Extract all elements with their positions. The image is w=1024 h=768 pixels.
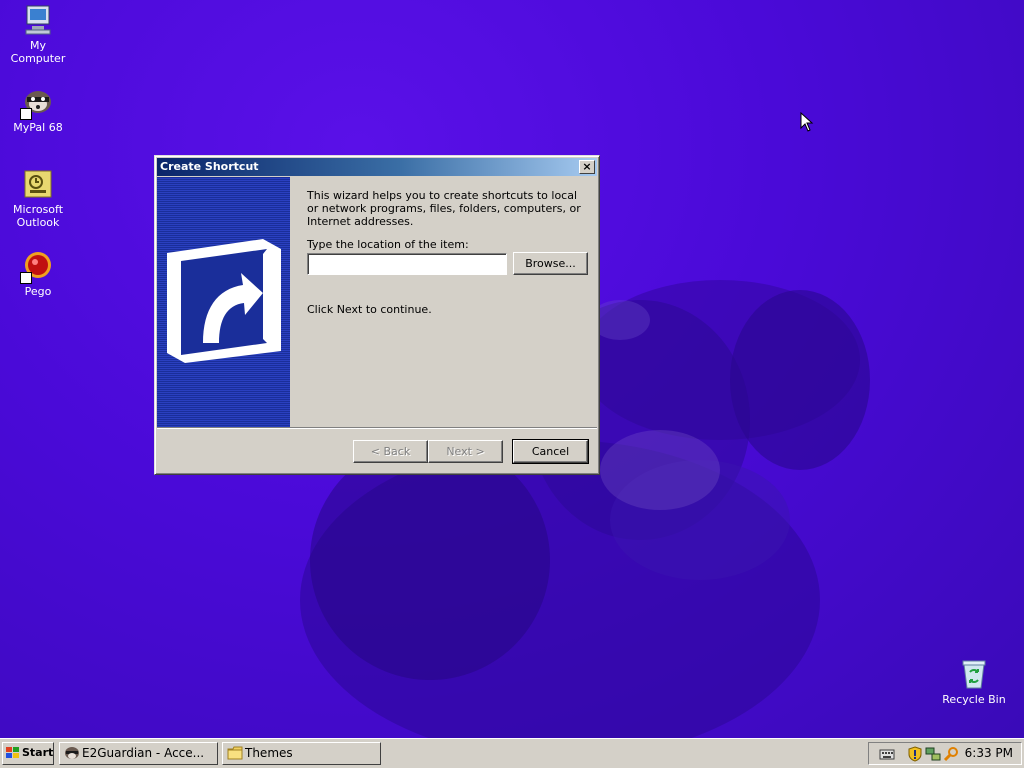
desktop-icon-recycle-bin[interactable]: Recycle Bin bbox=[936, 658, 1012, 706]
raccoon-icon bbox=[20, 86, 54, 120]
shield-icon[interactable] bbox=[907, 746, 923, 762]
keyboard-icon[interactable] bbox=[879, 746, 895, 762]
close-button[interactable]: × bbox=[579, 160, 595, 174]
desktop-icon-label: MyPal 68 bbox=[13, 121, 63, 134]
close-icon: × bbox=[582, 160, 592, 173]
recycle-bin-icon bbox=[958, 658, 990, 690]
mouse-cursor-icon bbox=[800, 112, 814, 132]
taskbar-item-e2guardian[interactable]: E2Guardian - Acce... bbox=[59, 742, 218, 765]
desktop-icon-my-computer[interactable]: My Computer bbox=[0, 4, 76, 65]
create-shortcut-dialog: Create Shortcut × This wizard helps you … bbox=[154, 155, 600, 475]
dialog-title: Create Shortcut bbox=[160, 160, 259, 173]
start-button[interactable]: Start bbox=[2, 742, 54, 765]
desktop-icon-label: Microsoft Outlook bbox=[12, 203, 64, 229]
computer-icon bbox=[22, 4, 54, 36]
browser-icon bbox=[65, 747, 79, 759]
browse-button[interactable]: Browse... bbox=[513, 252, 588, 275]
taskbar-item-themes[interactable]: Themes bbox=[222, 742, 381, 765]
desktop: My Computer MyPal 68 Microsoft Outlook P… bbox=[0, 0, 1024, 738]
shortcut-arrow-icon bbox=[20, 108, 32, 120]
cancel-button[interactable]: Cancel bbox=[512, 439, 589, 464]
shortcut-arrow-icon bbox=[20, 272, 32, 284]
location-label: Type the location of the item: bbox=[307, 238, 469, 251]
location-input[interactable] bbox=[307, 253, 507, 275]
desktop-icon-pego[interactable]: Pego bbox=[0, 250, 76, 298]
windows-logo-icon bbox=[6, 747, 19, 758]
desktop-icon-label: My Computer bbox=[10, 39, 66, 65]
wizard-intro-text: This wizard helps you to create shortcut… bbox=[307, 189, 581, 228]
search-icon[interactable] bbox=[943, 746, 959, 762]
start-label: Start bbox=[22, 746, 54, 759]
taskbar: Start E2Guardian - Acce... Themes 6:33 P… bbox=[0, 738, 1024, 768]
outlook-icon bbox=[22, 168, 54, 200]
folder-icon bbox=[227, 746, 243, 760]
next-button[interactable]: Next > bbox=[428, 440, 503, 463]
pego-icon bbox=[20, 250, 54, 284]
desktop-icon-label: Pego bbox=[24, 285, 52, 298]
network-icon[interactable] bbox=[925, 746, 941, 762]
system-tray: 6:33 PM bbox=[868, 742, 1022, 765]
desktop-icon-outlook[interactable]: Microsoft Outlook bbox=[0, 168, 76, 229]
desktop-icon-label: Recycle Bin bbox=[942, 693, 1006, 706]
shortcut-arrow-illustration-icon bbox=[167, 239, 281, 363]
clock[interactable]: 6:33 PM bbox=[965, 746, 1013, 760]
taskbar-item-label: E2Guardian - Acce... bbox=[82, 746, 205, 760]
dialog-separator bbox=[157, 427, 597, 429]
wizard-banner bbox=[157, 177, 290, 427]
taskbar-item-label: Themes bbox=[245, 746, 293, 760]
continue-instruction: Click Next to continue. bbox=[307, 303, 432, 316]
desktop-icon-mypal[interactable]: MyPal 68 bbox=[0, 86, 76, 134]
dialog-titlebar[interactable]: Create Shortcut × bbox=[157, 158, 597, 176]
back-button[interactable]: < Back bbox=[353, 440, 428, 463]
